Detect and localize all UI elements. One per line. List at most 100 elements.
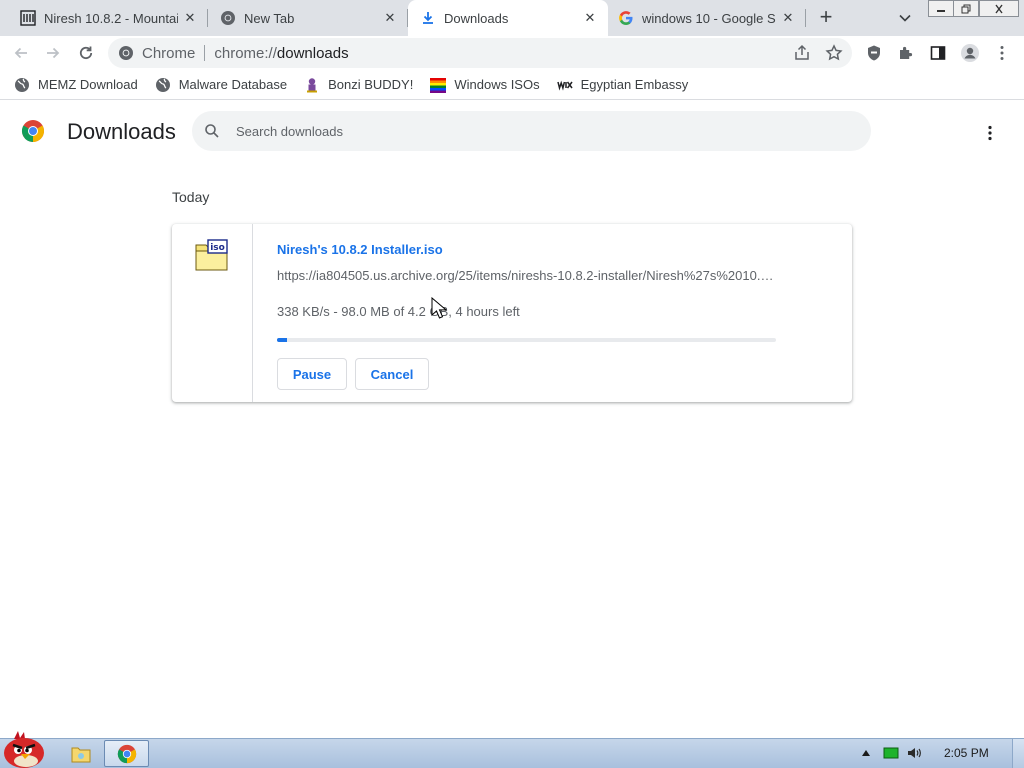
taskbar-clock[interactable]: 2:05 PM bbox=[944, 746, 989, 760]
download-status: 338 KB/s - 98.0 MB of 4.2 GB, 4 hours le… bbox=[277, 304, 520, 319]
network-icon bbox=[883, 747, 899, 759]
show-desktop-button[interactable] bbox=[1012, 739, 1024, 768]
start-button[interactable] bbox=[0, 729, 50, 768]
url-prefix: chrome:// bbox=[214, 44, 277, 62]
tab-title: New Tab bbox=[244, 10, 295, 26]
forward-button[interactable] bbox=[40, 40, 66, 66]
search-icon bbox=[205, 124, 219, 138]
svg-text:iso: iso bbox=[210, 243, 225, 253]
bookmarks-bar: MEMZ Download Malware Database Bonzi BUD… bbox=[0, 70, 1024, 100]
search-input[interactable] bbox=[236, 123, 836, 139]
bookmark-windows-isos[interactable]: Windows ISOs bbox=[430, 77, 540, 93]
close-icon[interactable]: ✕ bbox=[182, 10, 198, 26]
taskbar-explorer[interactable] bbox=[64, 740, 98, 767]
tray-expand-button[interactable] bbox=[858, 745, 874, 761]
chevron-up-icon bbox=[862, 750, 870, 756]
url-text: chrome://downloads bbox=[214, 45, 348, 62]
bookmark-label: Egyptian Embassy bbox=[580, 77, 689, 92]
close-icon bbox=[995, 4, 1003, 13]
browser-menu-button[interactable] bbox=[991, 42, 1013, 64]
tab-downloads[interactable]: Downloads ✕ bbox=[408, 0, 608, 36]
globe-icon bbox=[155, 77, 171, 93]
shield-icon bbox=[868, 45, 880, 61]
bookmark-label: Bonzi BUDDY! bbox=[328, 77, 414, 92]
archive-icon bbox=[20, 10, 36, 26]
chrome-logo-icon bbox=[21, 119, 45, 143]
taskbar-chrome[interactable] bbox=[104, 740, 149, 767]
tab-title: Niresh 10.8.2 - Mountai bbox=[44, 10, 178, 26]
bonzi-icon bbox=[304, 77, 320, 93]
profile-button[interactable] bbox=[959, 42, 981, 64]
close-window-button[interactable] bbox=[979, 0, 1019, 17]
file-name-link[interactable]: Niresh's 10.8.2 Installer.iso bbox=[277, 242, 443, 257]
chrome-icon bbox=[117, 744, 136, 763]
tab-title: windows 10 - Google Se bbox=[642, 10, 776, 26]
minimize-button[interactable] bbox=[928, 0, 954, 17]
extension-shield-button[interactable] bbox=[863, 42, 885, 64]
arrow-right-icon bbox=[47, 47, 60, 59]
progress-bar bbox=[277, 338, 776, 342]
chrome-icon bbox=[220, 10, 236, 26]
pause-button[interactable]: Pause bbox=[277, 358, 347, 390]
puzzle-icon bbox=[900, 46, 913, 59]
address-bar[interactable]: Chrome chrome://downloads bbox=[108, 38, 852, 68]
search-box[interactable] bbox=[192, 111, 871, 151]
chevron-down-icon bbox=[899, 14, 911, 22]
tray-volume-icon[interactable] bbox=[906, 745, 922, 761]
tab-title: Downloads bbox=[444, 10, 509, 26]
bookmark-star-button[interactable] bbox=[823, 42, 845, 64]
close-icon[interactable]: ✕ bbox=[780, 10, 796, 26]
side-panel-icon bbox=[930, 46, 946, 60]
chrome-icon bbox=[118, 45, 134, 61]
tray-network-icon[interactable] bbox=[883, 745, 899, 761]
browser-toolbar: Chrome chrome://downloads bbox=[0, 36, 1024, 70]
bookmark-label: MEMZ Download bbox=[38, 77, 138, 92]
side-panel-button[interactable] bbox=[927, 42, 949, 64]
google-icon bbox=[618, 10, 634, 26]
download-icon-column: iso bbox=[172, 224, 253, 402]
star-icon bbox=[825, 44, 843, 61]
url-host: downloads bbox=[276, 44, 349, 62]
close-icon[interactable]: ✕ bbox=[382, 10, 398, 26]
tab-new-tab[interactable]: New Tab ✕ bbox=[208, 0, 408, 36]
tab-strip: Niresh 10.8.2 - Mountai ✕ New Tab ✕ Down… bbox=[0, 0, 1024, 36]
address-divider bbox=[204, 45, 206, 61]
new-tab-button[interactable]: + bbox=[814, 6, 838, 30]
restore-button[interactable] bbox=[953, 0, 979, 17]
explorer-icon bbox=[71, 747, 91, 762]
volume-icon bbox=[908, 748, 921, 758]
back-button[interactable] bbox=[8, 40, 34, 66]
tab-search-button[interactable] bbox=[893, 6, 917, 30]
restore-icon bbox=[961, 4, 971, 13]
source-url[interactable]: https://ia804505.us.archive.org/25/items… bbox=[277, 268, 777, 283]
kebab-menu-icon bbox=[988, 125, 992, 141]
date-group-label: Today bbox=[172, 189, 210, 205]
tab-niresh[interactable]: Niresh 10.8.2 - Mountai ✕ bbox=[8, 0, 208, 36]
bookmark-egyptian-embassy[interactable]: Egyptian Embassy bbox=[556, 77, 689, 93]
globe-icon bbox=[14, 77, 30, 93]
extensions-button[interactable] bbox=[895, 42, 917, 64]
reload-button[interactable] bbox=[73, 40, 99, 66]
bookmark-malware-database[interactable]: Malware Database bbox=[155, 77, 287, 93]
wix-icon bbox=[556, 77, 573, 93]
download-item: iso Niresh's 10.8.2 Installer.iso https:… bbox=[172, 224, 852, 402]
kebab-menu-icon bbox=[1000, 46, 1004, 60]
site-label: Chrome bbox=[142, 44, 196, 62]
more-actions-button[interactable] bbox=[978, 121, 1002, 145]
bookmark-label: Malware Database bbox=[178, 77, 288, 92]
iso-file-icon: iso bbox=[195, 239, 229, 271]
minimize-icon bbox=[937, 9, 945, 12]
page-title: Downloads bbox=[67, 119, 176, 144]
bookmark-bonzi-buddy[interactable]: Bonzi BUDDY! bbox=[304, 77, 413, 93]
rainbow-flag-icon bbox=[430, 77, 447, 93]
share-button[interactable] bbox=[791, 42, 813, 64]
arrow-left-icon bbox=[14, 47, 27, 59]
cancel-button[interactable]: Cancel bbox=[355, 358, 429, 390]
downloads-header: Downloads bbox=[0, 101, 1024, 161]
bookmark-memz-download[interactable]: MEMZ Download bbox=[14, 77, 138, 93]
mouse-cursor bbox=[431, 296, 449, 321]
share-icon bbox=[795, 44, 809, 60]
close-icon[interactable]: ✕ bbox=[582, 10, 598, 26]
progress-fill bbox=[277, 338, 287, 342]
tab-google-search[interactable]: windows 10 - Google Se ✕ bbox=[606, 0, 806, 36]
